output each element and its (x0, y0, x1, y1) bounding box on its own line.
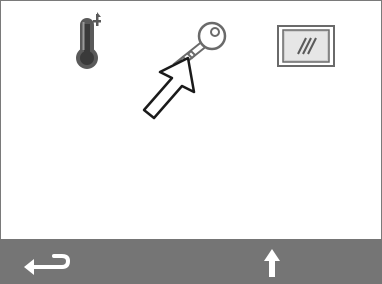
device-screen (0, 0, 382, 284)
thermometer-icon[interactable] (68, 12, 108, 74)
pointer-arrow-icon (134, 52, 204, 124)
display-icon[interactable] (276, 24, 336, 68)
up-arrow-icon[interactable] (260, 247, 284, 279)
bottom-nav-bar (0, 239, 382, 284)
back-arrow-icon[interactable] (22, 253, 74, 277)
